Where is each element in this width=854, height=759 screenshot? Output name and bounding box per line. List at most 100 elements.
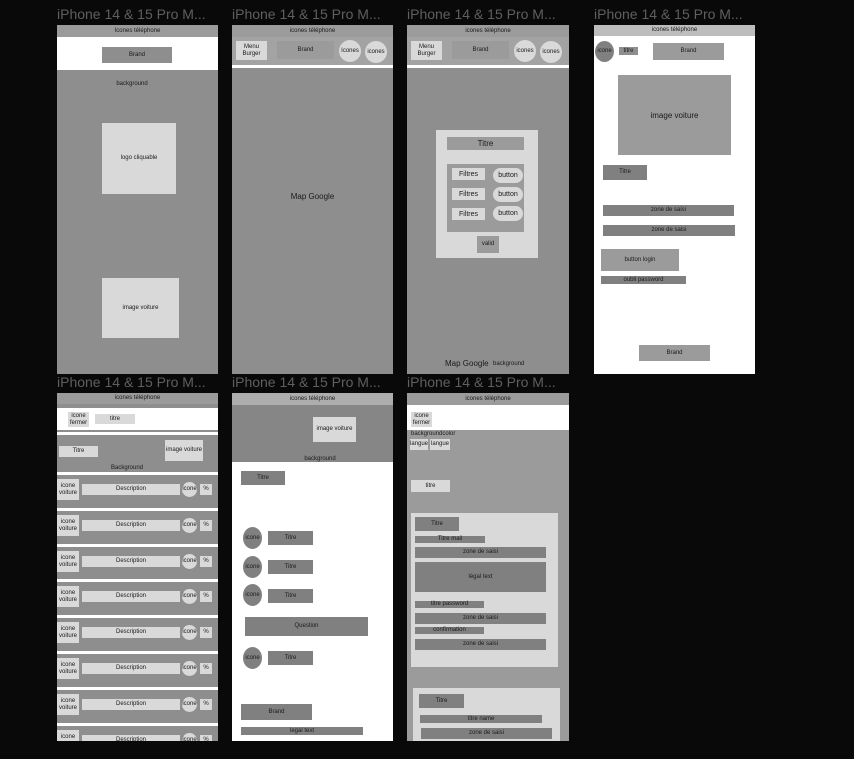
brand-bottom[interactable]: Brand (639, 345, 710, 361)
legal-text: legal text (241, 727, 363, 735)
name-title: titre name (420, 715, 542, 723)
faq-icon-4: icone (243, 647, 262, 669)
table-row[interactable]: icone voitureDescriptionicone% (57, 651, 218, 684)
row-icon-button[interactable]: icone (182, 661, 197, 676)
brand-box[interactable]: Brand (277, 41, 334, 59)
row-icon-button[interactable]: icone (182, 625, 197, 640)
mail-input[interactable]: zone de saisi (415, 547, 546, 558)
row-percent: % (200, 484, 212, 495)
table-row[interactable]: icone voitureDescriptionicone% (57, 472, 218, 505)
icone-button[interactable]: icone (595, 41, 614, 62)
frame-title-3: iPhone 14 & 15 Pro M... (407, 6, 556, 22)
confirm-input[interactable]: zone de saisi (415, 639, 546, 650)
faq-item-4[interactable]: Titre (268, 651, 313, 665)
valid-button[interactable]: valid (477, 236, 499, 253)
status-bar: icones téléphone (232, 393, 393, 405)
row-description: Description (82, 699, 180, 710)
car-icon: icone voiture (57, 551, 79, 572)
password-input[interactable]: zone de saisi (415, 613, 546, 624)
status-bar: icones téléphone (407, 393, 569, 405)
brand-box[interactable]: Brand (452, 41, 509, 59)
row-divider (57, 651, 218, 654)
divider (57, 432, 218, 435)
row-percent: % (200, 520, 212, 531)
frame-title-5: iPhone 14 & 15 Pro M... (57, 374, 206, 390)
car-image: image voiture (618, 75, 731, 155)
form-title-2: Titre (419, 694, 464, 708)
input-field-2[interactable]: zone de saisi (603, 225, 735, 236)
row-description: Description (82, 484, 180, 495)
row-icon-button[interactable]: icone (182, 518, 197, 533)
filter-item-1[interactable]: Filtres (452, 168, 485, 180)
filter-button-2[interactable]: button (493, 187, 523, 202)
row-description: Description (82, 591, 180, 602)
table-row[interactable]: icone voitureDescriptionicone% (57, 544, 218, 577)
row-percent: % (200, 735, 212, 741)
table-row[interactable]: icone voitureDescriptionicone% (57, 723, 218, 741)
table-row[interactable]: icone voitureDescriptionicone% (57, 579, 218, 612)
filter-item-2[interactable]: Filtres (452, 188, 485, 200)
map-label: Map Google (445, 359, 489, 368)
frame-map-filters: icones téléphone Menu Burger Brand icone… (407, 25, 569, 374)
menu-burger-button[interactable]: Menu Burger (411, 41, 442, 60)
row-percent: % (200, 699, 212, 710)
car-icon: icone voiture (57, 515, 79, 536)
row-divider (57, 544, 218, 547)
icon-button-2[interactable]: icones (540, 41, 562, 63)
menu-burger-button[interactable]: Menu Burger (236, 41, 267, 60)
faq-item-2[interactable]: Titre (268, 560, 313, 574)
header-divider (232, 65, 393, 68)
row-icon-button[interactable]: icone (182, 733, 197, 741)
table-row[interactable]: icone voitureDescriptionicone% (57, 687, 218, 720)
status-bar: icones téléphone (232, 25, 393, 37)
faq-title: Titre (241, 471, 285, 485)
frame-register: icones téléphone icone fermer background… (407, 393, 569, 741)
filter-item-3[interactable]: Filtres (452, 208, 485, 220)
filter-button-3[interactable]: button (493, 206, 523, 221)
row-description: Description (82, 627, 180, 638)
input-field-1[interactable]: zone de saisi (603, 205, 734, 216)
close-icon[interactable]: icone fermer (411, 412, 432, 427)
car-icon: icone voiture (57, 658, 79, 679)
bgcolor-label: backgroundcolor (411, 431, 456, 437)
brand-bottom[interactable]: Brand (241, 704, 312, 720)
row-icon-button[interactable]: icone (182, 589, 197, 604)
confirm-title: confirmation (415, 627, 484, 634)
login-title: Titre (603, 165, 647, 180)
language-button-1[interactable]: langue (410, 439, 428, 450)
icon-button-2[interactable]: icones (365, 41, 387, 63)
icon-button-1[interactable]: icones (514, 40, 536, 62)
forgot-password-link[interactable]: oubli password (601, 276, 686, 284)
status-bar: Icones téléphone (57, 25, 218, 37)
faq-item-3[interactable]: Titre (268, 589, 313, 603)
background-label: Background (110, 465, 144, 471)
row-icon-button[interactable]: icone (182, 482, 197, 497)
row-icon-button[interactable]: icone (182, 554, 197, 569)
question-box[interactable]: Question (245, 617, 368, 636)
frame-title-1: iPhone 14 & 15 Pro M... (57, 6, 206, 22)
row-description: Description (82, 663, 180, 674)
password-title: titre password (415, 601, 484, 608)
filter-button-1[interactable]: button (493, 168, 523, 183)
name-input[interactable]: zone de saisi (421, 728, 552, 739)
language-button-2[interactable]: langue (430, 439, 450, 450)
legal-text: légal text (415, 562, 546, 592)
page-title: titre (411, 480, 450, 492)
faq-item-1[interactable]: Titre (268, 531, 313, 545)
logo-button[interactable]: logo cliquable (102, 123, 176, 194)
frame-title-6: iPhone 14 & 15 Pro M... (232, 374, 381, 390)
background-label: background (304, 456, 336, 462)
brand-box[interactable]: Brand (653, 43, 724, 60)
login-button[interactable]: button login (601, 249, 679, 271)
icon-button-1[interactable]: Icones (339, 40, 361, 62)
row-icon-button[interactable]: icone (182, 697, 197, 712)
table-row[interactable]: icone voitureDescriptionicone% (57, 615, 218, 648)
status-bar: icones téléphone (594, 25, 755, 36)
row-percent: % (200, 663, 212, 674)
table-row[interactable]: icone voitureDescriptionicone% (57, 508, 218, 541)
filter-title: Titre (447, 137, 524, 150)
brand-box[interactable]: Brand (102, 47, 172, 63)
close-icon[interactable]: icone fermer (68, 412, 89, 427)
car-image: image voiture (165, 440, 203, 461)
car-image: image voiture (313, 417, 356, 442)
